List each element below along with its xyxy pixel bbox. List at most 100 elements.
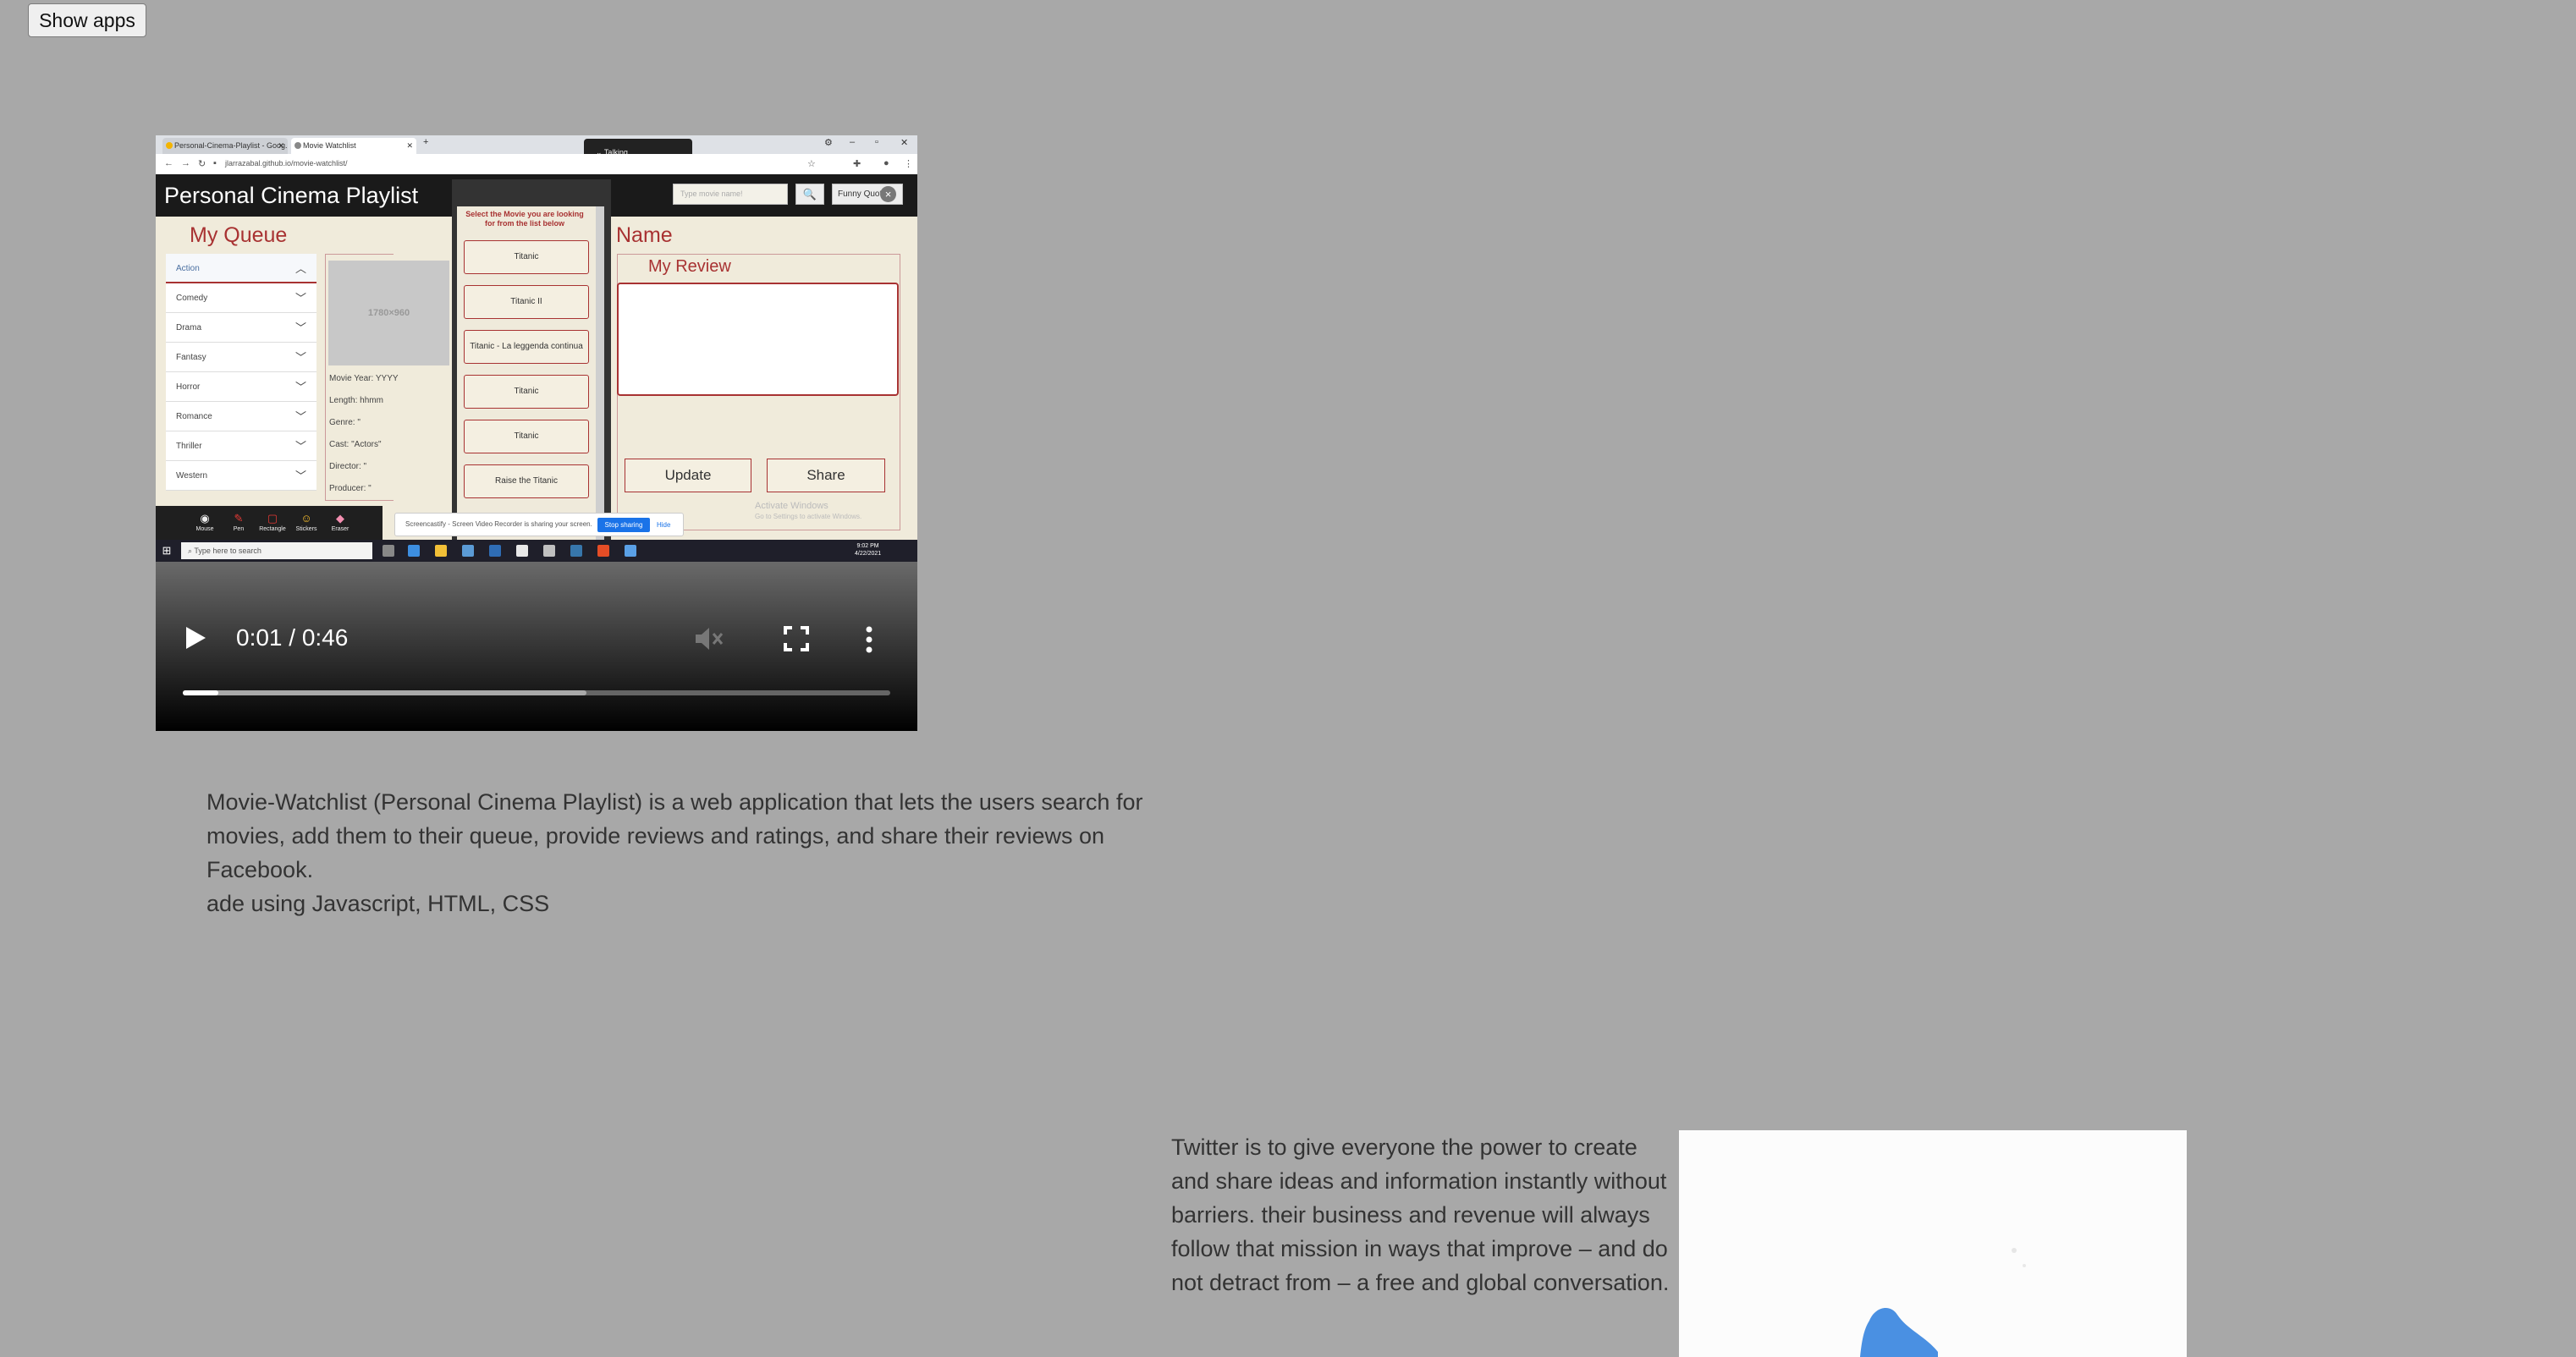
rectangle-icon: ▢ — [267, 512, 278, 525]
twitter-image — [1679, 1130, 2187, 1357]
movie-producer: Producer: " — [329, 484, 372, 493]
pen-tool: ✎ Pen — [223, 511, 254, 532]
genre-label: Romance — [176, 412, 212, 421]
genre-label: Action — [176, 264, 200, 273]
store-icon — [462, 545, 474, 557]
close-icon: × — [880, 186, 896, 202]
windows-start-icon: ⊞ — [162, 544, 172, 557]
buffered-bar — [183, 690, 586, 695]
app-icon — [625, 545, 636, 557]
movie-search-input: Type movie name! — [673, 184, 788, 205]
project-description: Movie-Watchlist (Personal Cinema Playlis… — [206, 785, 1171, 920]
description-text: Movie-Watchlist (Personal Cinema Playlis… — [206, 789, 1143, 882]
mail-icon — [489, 545, 501, 557]
edge-icon — [408, 545, 420, 557]
movie-genre: Genre: " — [329, 418, 361, 427]
genre-label: Horror — [176, 382, 201, 392]
browser-tab: Personal-Cinema-Playlist - Goog... ✕ — [162, 138, 288, 154]
genre-label: Western — [176, 471, 208, 481]
mouse-tool: ◉ Mouse — [190, 511, 220, 532]
activate-line1: Activate Windows — [755, 501, 828, 511]
browser-tab: Movie Watchlist ✕ — [291, 138, 416, 154]
stickers-tool: ☺ Stickers — [291, 511, 322, 532]
minimize-icon: – — [850, 137, 856, 147]
play-icon[interactable] — [184, 626, 206, 650]
app-icon — [516, 545, 528, 557]
share-button: Share — [767, 459, 885, 492]
review-textarea — [617, 283, 899, 396]
genre-item: Fantasy ﹀ — [166, 343, 316, 372]
chevron-down-icon: ﹀ — [294, 321, 306, 334]
movie-director: Director: " — [329, 462, 367, 471]
tool-label: Eraser — [331, 526, 350, 532]
movie-option: Titanic - La leggenda continua — [464, 330, 589, 364]
new-tab-icon: + — [423, 137, 429, 147]
browser-tab-strip: Personal-Cinema-Playlist - Goog... ✕ Mov… — [156, 135, 917, 154]
genre-item: Action ︿ — [166, 254, 316, 283]
taskbar-clock: 9:02 PM 4/22/2021 — [855, 542, 881, 558]
twitter-description: Twitter is to give everyone the power to… — [1171, 1134, 1670, 1295]
chevron-down-icon: ﹀ — [294, 381, 306, 393]
tab-favicon-icon — [294, 142, 301, 149]
video-progress-bar[interactable] — [183, 690, 890, 695]
genre-item: Romance ﹀ — [166, 402, 316, 431]
forward-icon: → — [181, 158, 190, 168]
tab-favicon-icon — [166, 142, 173, 149]
address-bar: ← → ↻ ▪ jlarrazabal.github.io/movie-watc… — [156, 154, 917, 175]
sticker-icon: ☺ — [300, 512, 312, 525]
video-frame: Personal-Cinema-Playlist - Goog... ✕ Mov… — [156, 135, 917, 562]
url-text: jlarrazabal.github.io/movie-watchlist/ — [225, 159, 348, 168]
tab-label: Personal-Cinema-Playlist - Goog... — [174, 141, 288, 150]
taskbar-search: ⌕ Type here to search — [181, 542, 372, 559]
genre-label: Drama — [176, 323, 202, 332]
pen-icon: ✎ — [234, 512, 244, 525]
chevron-down-icon: ﹀ — [294, 440, 306, 453]
activate-windows-watermark: Activate Windows Go to Settings to activ… — [755, 501, 861, 522]
movie-name-title: Name — [616, 223, 673, 247]
movie-cast: Cast: "Actors" — [329, 440, 382, 449]
chevron-up-icon: ︿ — [294, 262, 306, 275]
movie-length: Length: hhmm — [329, 396, 383, 405]
chrome-icon — [597, 545, 609, 557]
twitter-bird-icon — [1860, 1248, 2026, 1357]
stop-sharing-button: Stop sharing — [597, 518, 650, 532]
reload-icon: ↻ — [198, 159, 206, 169]
back-icon: ← — [164, 158, 173, 168]
show-apps-button[interactable]: Show apps — [28, 3, 146, 37]
tool-label: Stickers — [295, 526, 317, 532]
settings-icon: ⚙ — [824, 138, 833, 148]
chevron-down-icon: ﹀ — [294, 351, 306, 364]
movie-option: Raise the Titanic — [464, 464, 589, 498]
genre-item: Drama ﹀ — [166, 313, 316, 343]
app-icon — [543, 545, 555, 557]
queue-title: My Queue — [190, 223, 288, 247]
genre-label: Fantasy — [176, 353, 206, 362]
close-icon: ✕ — [278, 141, 284, 150]
tech-stack-text: ade using Javascript, HTML, CSS — [206, 891, 550, 916]
update-button: Update — [625, 459, 751, 492]
chevron-down-icon: ﹀ — [294, 292, 306, 305]
movie-option: Titanic — [464, 375, 589, 409]
volume-muted-icon[interactable] — [694, 626, 724, 651]
profile-icon: ● — [883, 158, 889, 168]
eraser-tool: ◆ Eraser — [325, 511, 355, 532]
genre-item: Western ﹀ — [166, 461, 316, 491]
review-title: My Review — [648, 257, 731, 276]
lock-icon: ▪ — [213, 158, 217, 168]
overlay-scrollbar — [596, 206, 604, 545]
fullscreen-icon[interactable] — [784, 626, 809, 651]
clock-date: 4/22/2021 — [855, 551, 882, 557]
cursor-icon: ◉ — [200, 512, 210, 525]
activate-line2: Go to Settings to activate Windows. — [755, 513, 862, 520]
video-player[interactable]: Personal-Cinema-Playlist - Goog... ✕ Mov… — [156, 135, 917, 731]
extension-icon: ✚ — [853, 159, 861, 169]
chevron-down-icon: ﹀ — [294, 470, 306, 482]
movie-option: Titanic II — [464, 285, 589, 319]
close-window-icon: ✕ — [900, 138, 909, 148]
star-icon: ☆ — [807, 159, 816, 169]
movie-option: Titanic — [464, 420, 589, 453]
tool-label: Rectangle — [259, 526, 286, 532]
more-options-icon[interactable] — [863, 626, 875, 653]
genre-list: Action ︿ Comedy ﹀ Drama ﹀ Fantasy ﹀ Horror ﹀ … — [166, 254, 316, 491]
windows-taskbar: ⊞ ⌕ Type here to search 9:02 PM 4/22/202… — [156, 540, 917, 562]
